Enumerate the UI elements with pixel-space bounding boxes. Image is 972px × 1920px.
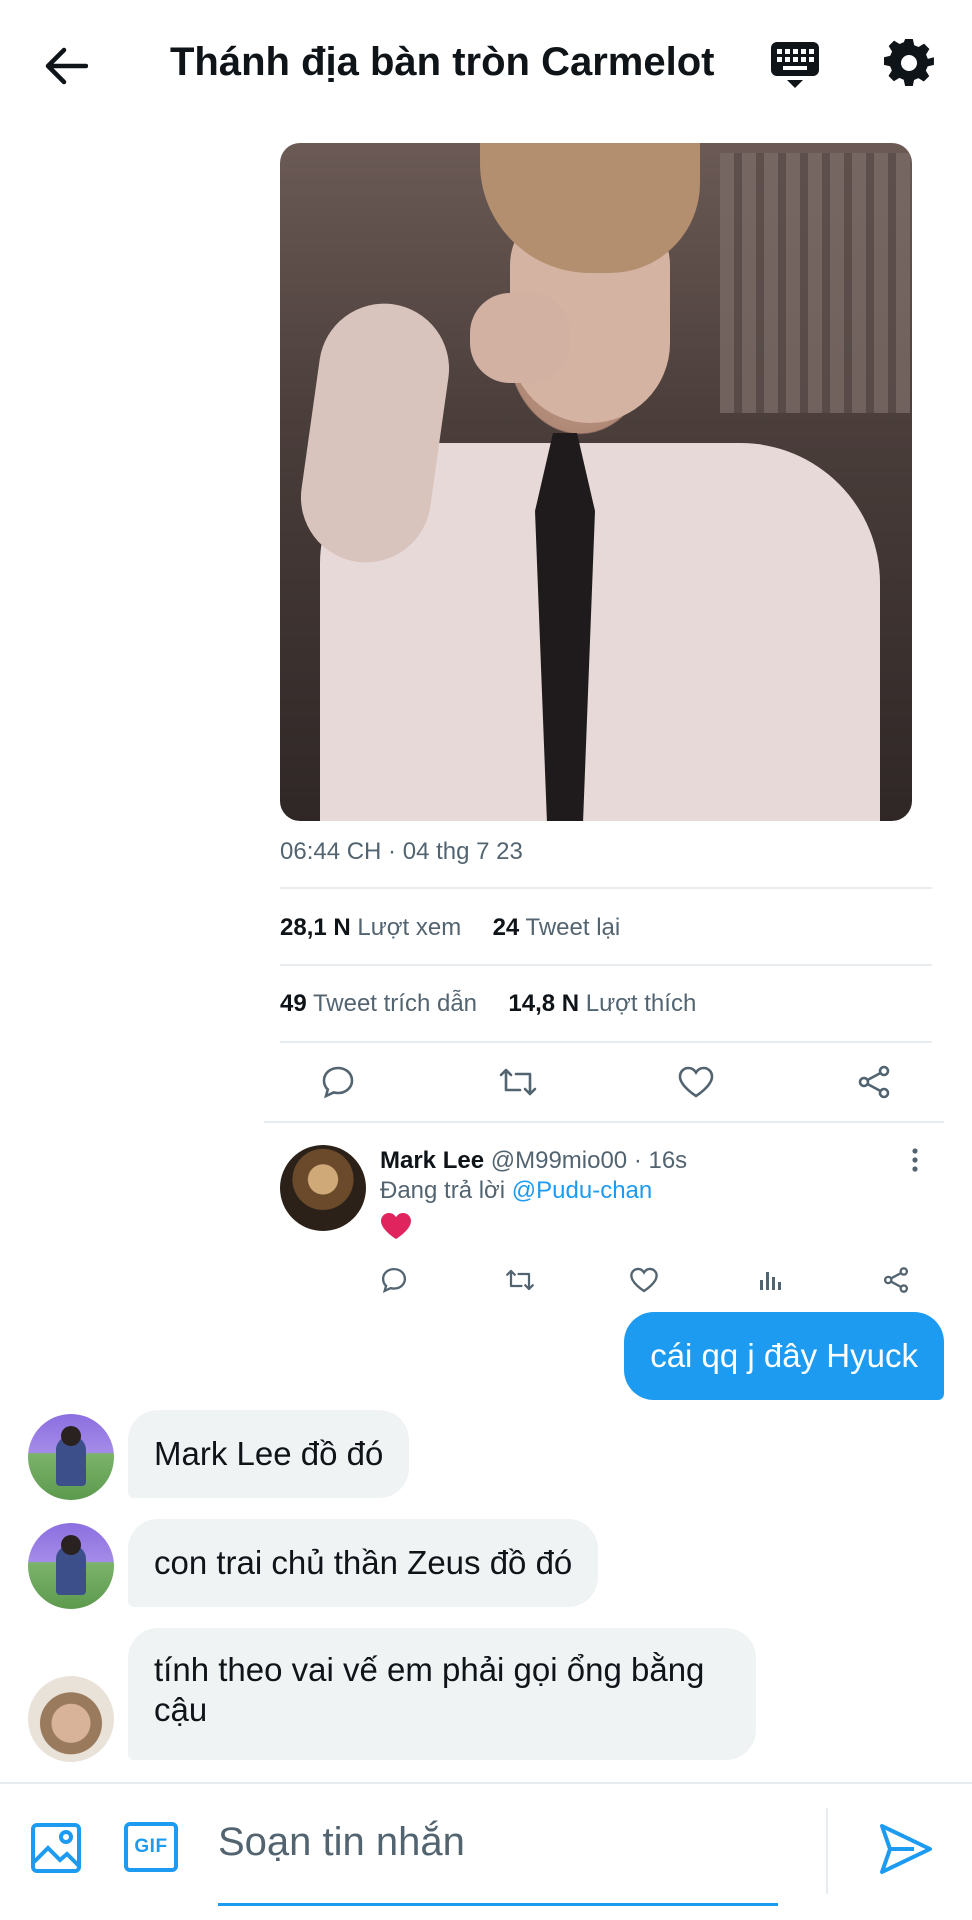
reply-author-handle-time: @M99mio00 · 16s — [490, 1147, 688, 1174]
image-icon[interactable] — [30, 1822, 82, 1874]
tweet-timestamp: 06:44 CH · 04 thg 7 23 — [280, 838, 523, 865]
divider — [264, 1121, 944, 1123]
tweet-photo[interactable] — [280, 143, 912, 821]
keyboard-icon[interactable] — [770, 40, 834, 96]
stats-row-quotes-likes: 49 Tweet trích dẫn 14,8 N Lượt thích — [280, 990, 696, 1018]
incoming-message[interactable]: tính theo vai vế em phải gọi ổng bằng cậ… — [128, 1628, 756, 1760]
send-icon[interactable] — [878, 1822, 934, 1876]
replying-to-prefix: Đang trả lời — [380, 1177, 506, 1204]
retweets-label[interactable]: Tweet lại — [526, 914, 621, 941]
retweets-count: 24 — [492, 914, 520, 941]
quotes-count: 49 — [280, 990, 307, 1017]
stats-row-views-retweets: 28,1 N Lượt xem 24 Tweet lại — [280, 914, 620, 942]
likes-count: 14,8 N — [508, 990, 580, 1017]
top-bar: Thánh địa bàn tròn Carmelot — [0, 0, 972, 130]
retweet-icon[interactable] — [494, 1058, 542, 1106]
conversation-title: Thánh địa bàn tròn Carmelot — [170, 40, 715, 84]
reply-author-name: Mark Lee — [380, 1147, 485, 1174]
views-label[interactable]: Lượt xem — [357, 914, 461, 941]
avatar[interactable] — [28, 1523, 114, 1609]
share-icon[interactable] — [872, 1256, 920, 1304]
gear-icon[interactable] — [884, 38, 948, 98]
back-arrow-icon[interactable] — [36, 38, 96, 94]
avatar[interactable] — [28, 1676, 114, 1762]
reply-author[interactable]: Mark Lee @M99mio00 · 16s — [380, 1147, 687, 1175]
mention-link[interactable]: @Pudu-chan — [512, 1177, 652, 1204]
analytics-icon[interactable] — [746, 1256, 794, 1304]
views-count: 28,1 N — [280, 914, 351, 941]
like-icon[interactable] — [620, 1256, 668, 1304]
likes-label[interactable]: Lượt thích — [586, 990, 697, 1017]
message-input[interactable]: Soạn tin nhắn — [218, 1820, 778, 1876]
heart-emoji-icon — [380, 1212, 412, 1242]
divider — [280, 1041, 932, 1043]
outgoing-message[interactable]: cái qq j đây Hyuck — [624, 1312, 944, 1400]
avatar[interactable] — [28, 1414, 114, 1500]
divider — [280, 964, 932, 966]
gif-button[interactable]: GIF — [124, 1822, 178, 1872]
divider — [280, 887, 932, 889]
incoming-message[interactable]: con trai chủ thần Zeus đồ đó — [128, 1519, 599, 1607]
like-icon[interactable] — [672, 1058, 720, 1106]
quotes-label[interactable]: Tweet trích dẫn — [313, 990, 477, 1017]
share-icon[interactable] — [850, 1058, 898, 1106]
retweet-icon[interactable] — [496, 1256, 544, 1304]
avatar[interactable] — [280, 1145, 366, 1231]
input-underline — [218, 1903, 778, 1906]
replying-to: Đang trả lời @Pudu-chan — [380, 1177, 652, 1205]
reply-icon[interactable] — [370, 1256, 418, 1304]
divider — [826, 1808, 828, 1894]
incoming-message[interactable]: Mark Lee đồ đó — [128, 1410, 410, 1498]
reply-icon[interactable] — [314, 1058, 362, 1106]
more-options-icon[interactable] — [900, 1145, 930, 1175]
